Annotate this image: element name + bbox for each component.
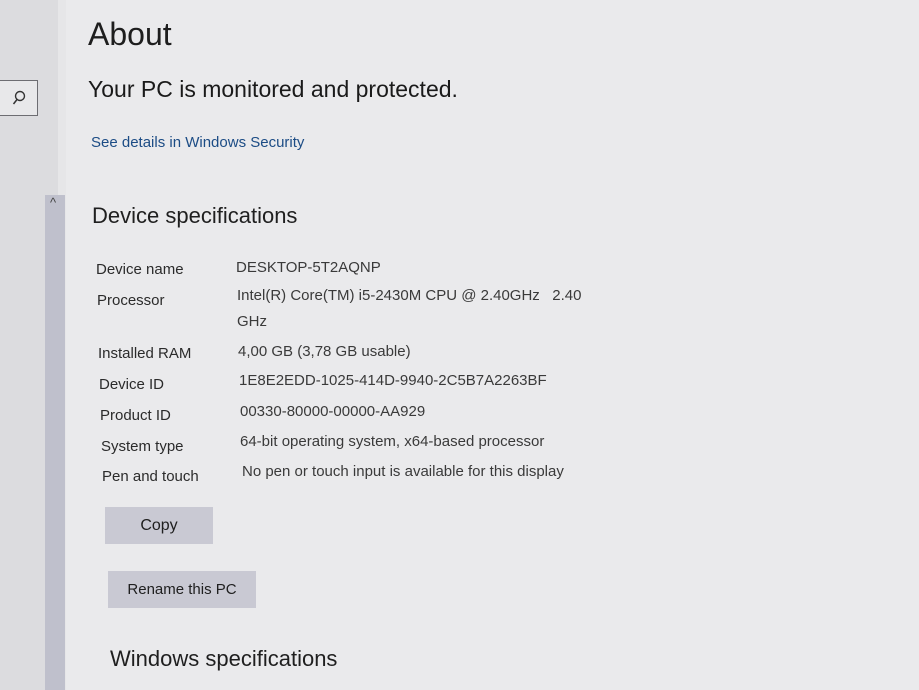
page-title: About [88, 16, 172, 52]
protection-status: Your PC is monitored and protected. [88, 76, 458, 102]
spec-label-processor: Processor [97, 292, 165, 309]
chevron-up-icon[interactable]: ^ [46, 196, 60, 210]
scrollbar[interactable] [45, 195, 65, 690]
spec-label-device-id: Device ID [99, 376, 165, 393]
spec-label-system-type: System type [101, 438, 184, 455]
spec-value-pen-touch: No pen or touch input is available for t… [242, 463, 564, 480]
spec-value-system-type: 64-bit operating system, x64-based proce… [240, 433, 545, 450]
device-specs-heading: Device specifications [92, 203, 298, 228]
spec-value-processor: Intel(R) Core(TM) i5-2430M CPU @ 2.40GHz… [237, 287, 582, 304]
spec-value-device-name: DESKTOP-5T2AQNP [236, 259, 381, 276]
spec-value-installed-ram: 4,00 GB (3,78 GB usable) [238, 343, 411, 360]
spec-label-pen-touch: Pen and touch [102, 468, 199, 485]
rename-pc-button[interactable]: Rename this PC [108, 571, 256, 608]
search-icon [12, 90, 26, 105]
spec-value-device-id: 1E8E2EDD-1025-414D-9940-2C5B7A2263BF [239, 372, 547, 389]
spec-label-installed-ram: Installed RAM [98, 345, 192, 362]
spec-value-processor-cont: GHz [237, 313, 267, 330]
spec-value-product-id: 00330-80000-00000-AA929 [240, 403, 426, 420]
spec-label-product-id: Product ID [100, 407, 171, 424]
search-button[interactable] [0, 80, 38, 116]
windows-security-link[interactable]: See details in Windows Security [91, 134, 304, 151]
copy-button[interactable]: Copy [105, 507, 213, 544]
windows-specs-heading: Windows specifications [110, 646, 338, 671]
spec-label-device-name: Device name [96, 261, 184, 278]
